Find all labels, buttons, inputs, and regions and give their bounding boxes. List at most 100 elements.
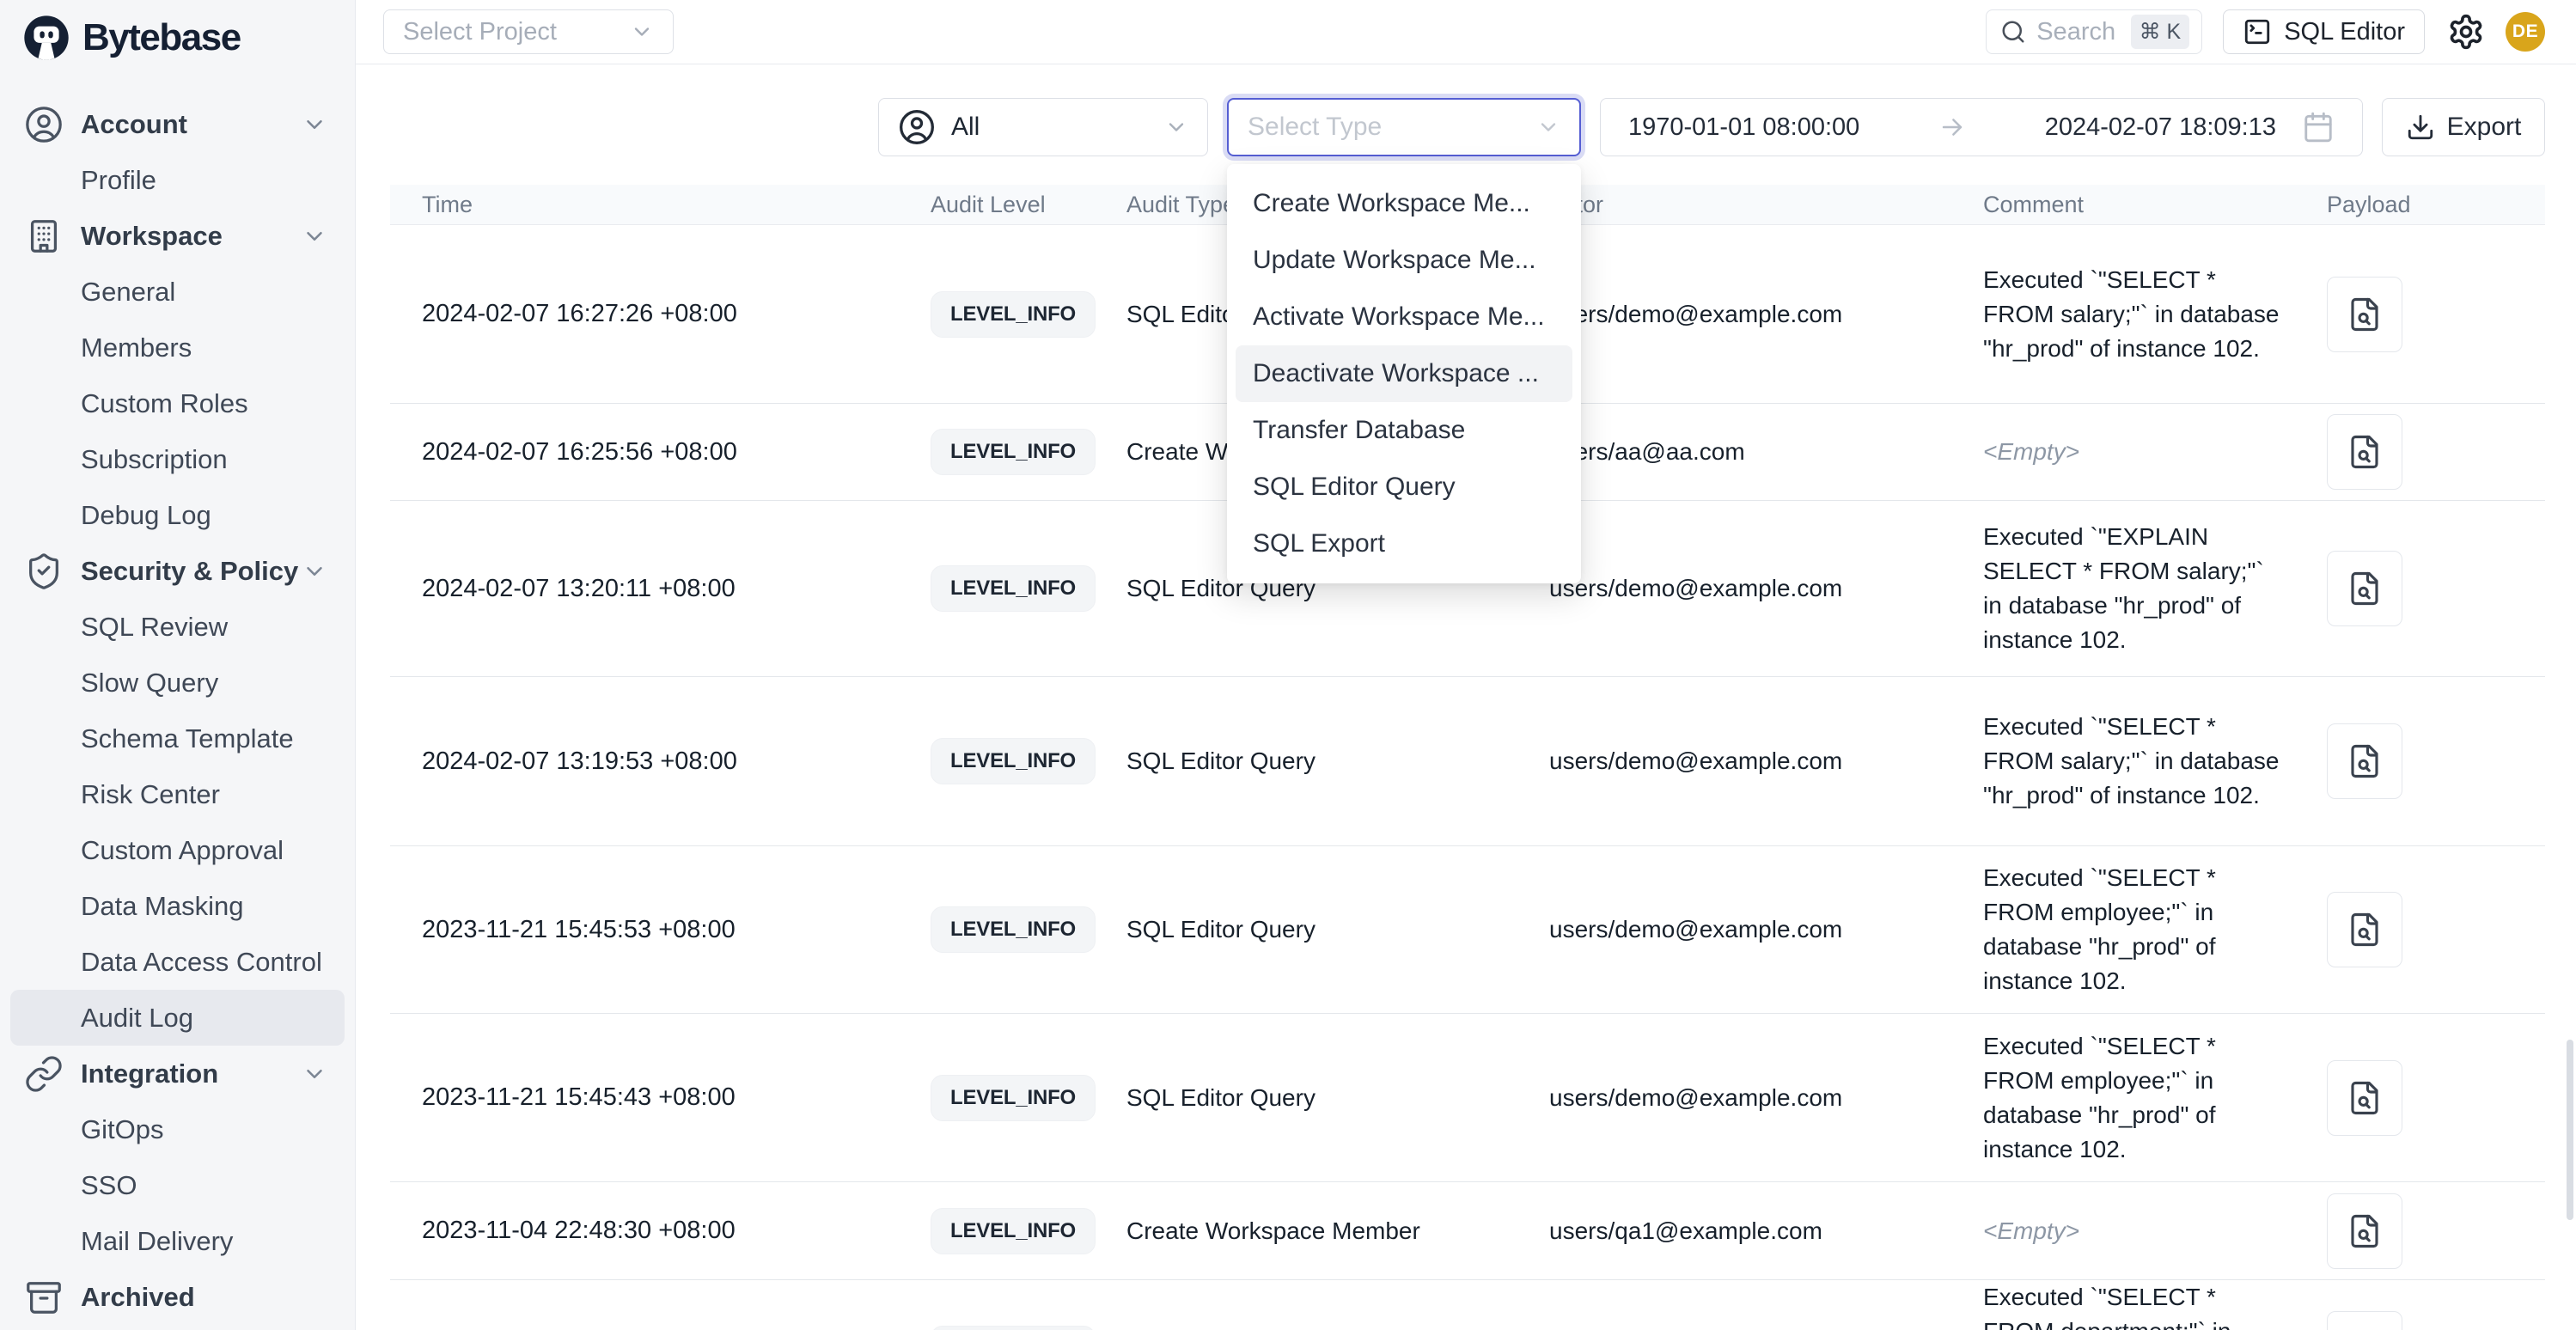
sidebar-item-label: Data Masking (81, 891, 244, 922)
cell-time: 2023-11-04 22:48:30 +08:00 (390, 1217, 899, 1245)
cell-audit-type: Create Workspace Member (1095, 1217, 1517, 1245)
menu-item-deactivate-workspace[interactable]: Deactivate Workspace ... (1236, 345, 1572, 402)
cell-payload (2295, 1193, 2545, 1269)
gear-icon[interactable] (2447, 13, 2485, 51)
payload-button[interactable] (2327, 892, 2402, 967)
menu-item-sql-editor-query[interactable]: SQL Editor Query (1227, 459, 1581, 516)
bytebase-logo-icon (22, 14, 70, 62)
sidebar-item-mail-delivery[interactable]: Mail Delivery (10, 1213, 345, 1269)
cell-audit-level: LEVEL_INFO (899, 1326, 1095, 1330)
sidebar-item-label: Profile (81, 165, 156, 196)
menu-item-label: Deactivate Workspace ... (1253, 359, 1539, 388)
menu-item-sql-export[interactable]: SQL Export (1227, 516, 1581, 572)
sidebar-item-profile[interactable]: Profile (10, 152, 345, 208)
sidebar: Bytebase AccountProfileWorkspaceGeneralM… (0, 0, 356, 1330)
sidebar-item-data-masking[interactable]: Data Masking (10, 878, 345, 934)
sidebar-item-risk-center[interactable]: Risk Center (10, 766, 345, 822)
sidebar-item-label: Schema Template (81, 723, 294, 754)
file-search-icon (2347, 434, 2383, 470)
sql-editor-button[interactable]: SQL Editor (2223, 9, 2425, 54)
payload-button[interactable] (2327, 1193, 2402, 1269)
type-filter-placeholder: Select Type (1248, 113, 1536, 142)
chevron-down-icon (302, 223, 327, 249)
sidebar-item-security-policy[interactable]: Security & Policy (10, 543, 345, 599)
cell-audit-type: SQL Editor Query (1095, 747, 1517, 775)
sidebar-item-label: Audit Log (81, 1003, 193, 1034)
sidebar-item-sql-review[interactable]: SQL Review (10, 599, 345, 655)
search-placeholder: Search (2036, 18, 2120, 46)
payload-button[interactable] (2327, 1060, 2402, 1136)
select-project-placeholder: Select Project (403, 18, 557, 46)
sidebar-item-data-access-control[interactable]: Data Access Control (10, 934, 345, 990)
sidebar-item-account[interactable]: Account (10, 96, 345, 152)
sidebar-item-label: Archived (81, 1282, 195, 1313)
cell-actor: users/demo@example.com (1517, 301, 1951, 328)
sidebar-item-archived[interactable]: Archived (10, 1269, 345, 1325)
sidebar-item-members[interactable]: Members (10, 320, 345, 375)
table-row: 2024-02-07 13:19:53 +08:00LEVEL_INFOSQL … (390, 677, 2545, 846)
payload-button[interactable] (2327, 414, 2402, 490)
bytebase-logo[interactable]: Bytebase (0, 0, 355, 65)
sidebar-item-sso[interactable]: SSO (10, 1157, 345, 1213)
cell-time: 2024-02-07 13:19:53 +08:00 (390, 747, 899, 776)
avatar[interactable]: DE (2506, 12, 2545, 52)
terminal-icon (2243, 17, 2272, 46)
payload-button[interactable] (2327, 1311, 2402, 1330)
export-button[interactable]: Export (2382, 98, 2545, 156)
audit-level-badge: LEVEL_INFO (931, 906, 1096, 953)
file-search-icon (2347, 570, 2383, 607)
table-row: 2023-11-04 21:26:34 +08:00LEVEL_INFOSQL … (390, 1280, 2545, 1330)
cell-payload (2295, 1060, 2545, 1136)
sidebar-item-label: Risk Center (81, 779, 220, 810)
cell-comment: Executed `"EXPLAIN SELECT * FROM salary;… (1951, 520, 2295, 657)
payload-button[interactable] (2327, 723, 2402, 799)
audit-level-badge: LEVEL_INFO (931, 429, 1096, 475)
menu-item-activate-workspace-me[interactable]: Activate Workspace Me... (1227, 289, 1581, 345)
sidebar-item-audit-log[interactable]: Audit Log (10, 990, 345, 1046)
payload-button[interactable] (2327, 277, 2402, 352)
column-header-payload: Payload (2295, 192, 2545, 218)
sidebar-item-label: GitOps (81, 1114, 163, 1145)
chevron-down-icon (1164, 115, 1188, 139)
cell-actor: users/demo@example.com (1517, 916, 1951, 943)
audit-level-badge: LEVEL_INFO (931, 1208, 1096, 1254)
scrollbar-thumb[interactable] (2567, 1040, 2573, 1220)
user-circle-icon (24, 105, 64, 144)
menu-item-transfer-database[interactable]: Transfer Database (1227, 402, 1581, 459)
sidebar-item-label: SSO (81, 1170, 137, 1201)
sidebar-item-workspace[interactable]: Workspace (10, 208, 345, 264)
sidebar-item-debug-log[interactable]: Debug Log (10, 487, 345, 543)
payload-button[interactable] (2327, 551, 2402, 626)
search-input[interactable]: Search ⌘ K (1986, 9, 2202, 54)
date-range-picker[interactable]: 1970-01-01 08:00:00 2024-02-07 18:09:13 (1600, 98, 2363, 156)
cell-payload (2295, 551, 2545, 626)
sidebar-item-general[interactable]: General (10, 264, 345, 320)
export-label: Export (2447, 113, 2522, 142)
brand-name: Bytebase (82, 16, 241, 59)
sidebar-item-label: Data Access Control (81, 947, 322, 978)
file-search-icon (2347, 912, 2383, 948)
filter-bar: All Select Type 1970-01-01 08:00:00 2024… (878, 98, 2545, 156)
actor-filter-dropdown[interactable]: All (878, 98, 1208, 156)
sidebar-item-subscription[interactable]: Subscription (10, 431, 345, 487)
type-filter-dropdown[interactable]: Select Type (1227, 98, 1581, 156)
sidebar-item-custom-approval[interactable]: Custom Approval (10, 822, 345, 878)
menu-item-label: Transfer Database (1253, 416, 1465, 445)
cell-actor: users/demo@example.com (1517, 747, 1951, 775)
cell-actor: users/demo@example.com (1517, 1084, 1951, 1112)
cell-comment: <Empty> (1951, 435, 2295, 469)
menu-item-create-workspace-me[interactable]: Create Workspace Me... (1227, 175, 1581, 232)
table-row: 2023-11-04 22:48:30 +08:00 LEVEL_INFOCrea… (390, 1182, 2545, 1280)
cell-time: 2024-02-07 13:20:11 +08:00 (390, 575, 899, 603)
menu-item-update-workspace-me[interactable]: Update Workspace Me... (1227, 232, 1581, 289)
sidebar-item-custom-roles[interactable]: Custom Roles (10, 375, 345, 431)
sidebar-item-schema-template[interactable]: Schema Template (10, 711, 345, 766)
sidebar-item-gitops[interactable]: GitOps (10, 1101, 345, 1157)
topbar: Select Project Search ⌘ K SQL Editor DE (356, 0, 2576, 64)
sidebar-item-integration[interactable]: Integration (10, 1046, 345, 1101)
select-project-dropdown[interactable]: Select Project (383, 9, 674, 54)
sidebar-item-slow-query[interactable]: Slow Query (10, 655, 345, 711)
type-filter-menu: Create Workspace Me... Update Workspace M… (1227, 164, 1581, 583)
cell-actor: users/qa1@example.com (1517, 1217, 1951, 1245)
menu-item-label: Create Workspace Me... (1253, 189, 1530, 218)
